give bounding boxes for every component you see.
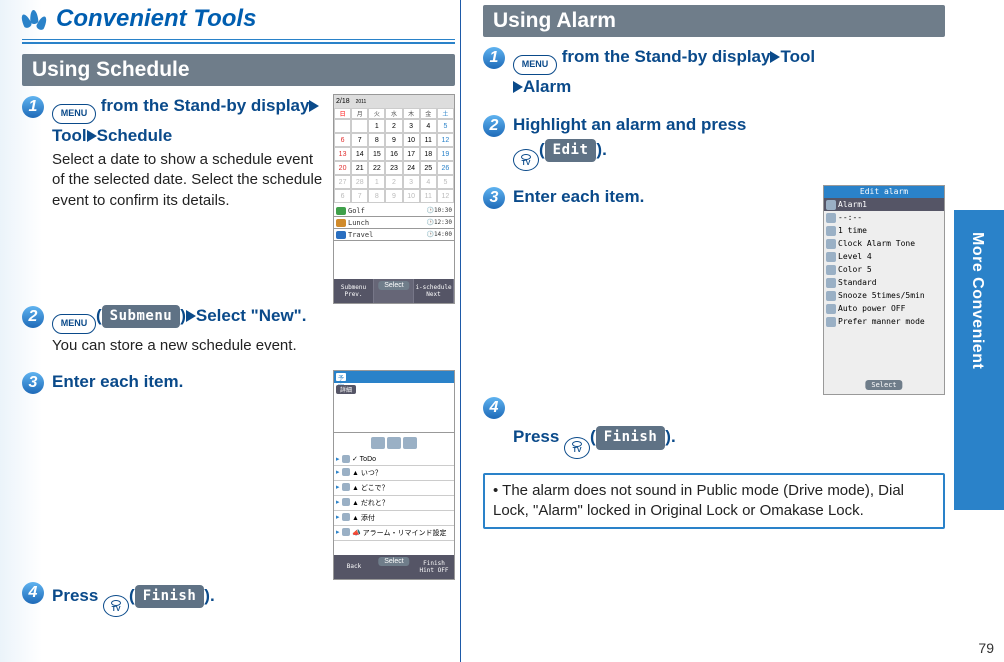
scr1-select-softkey: Select [378, 281, 409, 290]
alarm-step-4: 4 Press TV(Finish). [483, 395, 945, 459]
alarm-step2-text-a: Highlight an alarm and press [513, 115, 746, 134]
finish-softkey-label: Finish [135, 585, 205, 608]
scr1-events: Golf🕒10:30Lunch🕒12:30Travel🕒14:00 [334, 205, 454, 241]
title-rule [22, 39, 455, 44]
camera-button-icon: TV [103, 595, 129, 617]
camera-button-icon: TV [513, 149, 539, 171]
scr1-date: 2/18 [336, 98, 350, 105]
scr1-calendar-grid: 1234567891011121314151617181920212223242… [334, 119, 454, 203]
page-number: 79 [978, 640, 994, 656]
schedule-step-3: 3 予定 詳細 ▸✓ ToDo▸▲ いつ？▸▲ どこで？▸▲ だれと？▸▲ 添付… [22, 370, 455, 395]
submenu-softkey-label: Submenu [102, 305, 181, 328]
step1-text-c: Schedule [97, 126, 173, 145]
section-using-alarm: Using Alarm [483, 5, 945, 37]
schedule-step-1: 1 2/18 2011 日 月 火 水 木 金 土 12345678910111… [22, 94, 455, 211]
step-number: 4 [483, 397, 505, 419]
step-number: 3 [483, 187, 505, 209]
alarm-note-text: The alarm does not sound in Public mode … [493, 482, 904, 519]
alarm-note-box: • The alarm does not sound in Public mod… [483, 473, 945, 530]
step-number: 1 [483, 47, 505, 69]
screenshot-schedule-edit: 予定 詳細 ▸✓ ToDo▸▲ いつ？▸▲ どこで？▸▲ だれと？▸▲ 添付▸📣… [333, 370, 455, 580]
section-using-schedule: Using Schedule [22, 54, 455, 86]
screenshot-calendar: 2/18 2011 日 月 火 水 木 金 土 1234567891011121… [333, 94, 455, 304]
step-number: 1 [22, 96, 44, 118]
scr2-tab: 予定 [336, 373, 346, 381]
step1-text-b: Tool [52, 126, 87, 145]
side-tab-label: More Convenient [968, 232, 986, 369]
menu-button-icon: MENU [52, 104, 96, 124]
leaf-ornament-icon [22, 8, 48, 30]
arrow-icon [770, 51, 780, 63]
camera-button-icon: TV [564, 437, 590, 459]
arrow-icon [309, 100, 319, 112]
menu-button-icon: MENU [52, 314, 96, 334]
step4-text-a: Press [52, 586, 103, 605]
step3-text: Enter each item. [52, 372, 183, 391]
alarm-step4-text-a: Press [513, 427, 564, 446]
alarm-step-1: 1 MENU from the Stand-by display Tool Alar… [483, 45, 945, 99]
schedule-step-4: 4 Press TV(Finish). [22, 580, 455, 618]
edit-softkey-label: Edit [545, 139, 597, 162]
step-number: 4 [22, 582, 44, 604]
arrow-icon [513, 81, 523, 93]
screenshot-edit-alarm: Edit alarm Alarm1--:--1 timeClock Alarm … [823, 185, 945, 395]
finish-softkey-label: Finish [596, 426, 666, 449]
scr1-dow-header: 日 月 火 水 木 金 土 [334, 108, 454, 119]
scr3-rows: Alarm1--:--1 timeClock Alarm ToneLevel 4… [824, 198, 944, 328]
step1-text-a: from the Stand-by display [96, 96, 309, 115]
alarm-step3-text: Enter each item. [513, 187, 644, 206]
scr3-title: Edit alarm [824, 186, 944, 198]
scr2-option-list: ▸✓ ToDo▸▲ いつ？▸▲ どこで？▸▲ だれと？▸▲ 添付▸📣 アラーム・… [334, 453, 454, 541]
arrow-icon [87, 130, 97, 142]
step2-note: You can store a new schedule event. [52, 336, 455, 356]
schedule-step-2: 2 MENU(Submenu)Select "New". You can sto… [22, 304, 455, 356]
alarm-step1-text-c: Alarm [523, 77, 571, 96]
scr2-select-softkey: Select [378, 557, 409, 566]
menu-button-icon: MENU [513, 55, 557, 75]
scr2-softkeys: Back FinishHint OFF Select [334, 555, 454, 579]
alarm-step-3: 3 Edit alarm Alarm1--:--1 timeClock Alar… [483, 185, 945, 210]
page-title: Convenient Tools [56, 5, 256, 33]
step-number: 2 [483, 115, 505, 137]
step-number: 2 [22, 306, 44, 328]
alarm-step-2: 2 Highlight an alarm and press TV( Edit … [483, 113, 945, 171]
alarm-step1-text-b: Tool [780, 47, 815, 66]
step2-text: Select "New". [196, 306, 307, 325]
scr1-softkeys: SubmenuPrev. i-scheduleNext Select [334, 279, 454, 303]
step-number: 3 [22, 372, 44, 394]
alarm-step2-text-b: . [602, 140, 607, 159]
scr1-year: 2011 [356, 99, 367, 105]
arrow-icon [186, 310, 196, 322]
scr2-thumbs [334, 433, 454, 453]
step4-text-b: . [210, 586, 215, 605]
alarm-step1-text-a: from the Stand-by display [557, 47, 770, 66]
scr2-detail-label: 詳細 [336, 385, 356, 394]
scr3-select-softkey: Select [865, 380, 902, 390]
alarm-step4-text-b: . [671, 427, 676, 446]
